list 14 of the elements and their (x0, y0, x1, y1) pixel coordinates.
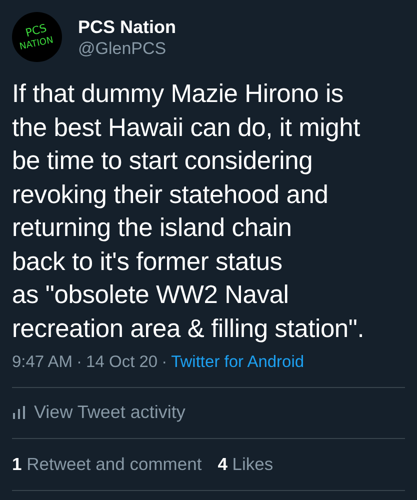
avatar-logo[interactable]: PCS NATION (12, 12, 62, 62)
bar-chart-icon (12, 405, 26, 420)
source-link[interactable]: Twitter for Android (171, 350, 304, 375)
view-activity-link[interactable]: View Tweet activity (12, 398, 186, 426)
logo-text: NATION (18, 36, 54, 52)
separator-dot: · (76, 352, 82, 373)
author-handle[interactable]: @GlenPCS (78, 38, 176, 60)
tweet-text: If that dummy Mazie Hirono is the best Hawaii can do, it might be time to start considering revoking their statehood and returning the island chain back to it's former status as "obsolete WW2 Naval recreation area & filling station". (12, 79, 366, 344)
tweet-date: 14 Oct 20 (86, 352, 158, 373)
stat-link[interactable]: 1 Retweet and comment (12, 451, 202, 478)
author-name[interactable]: PCS Nation (78, 16, 176, 38)
separator-dot: · (162, 352, 168, 373)
stat-link[interactable]: 4 Likes (218, 451, 274, 478)
tweet-time: 9:47 AM (12, 352, 73, 373)
